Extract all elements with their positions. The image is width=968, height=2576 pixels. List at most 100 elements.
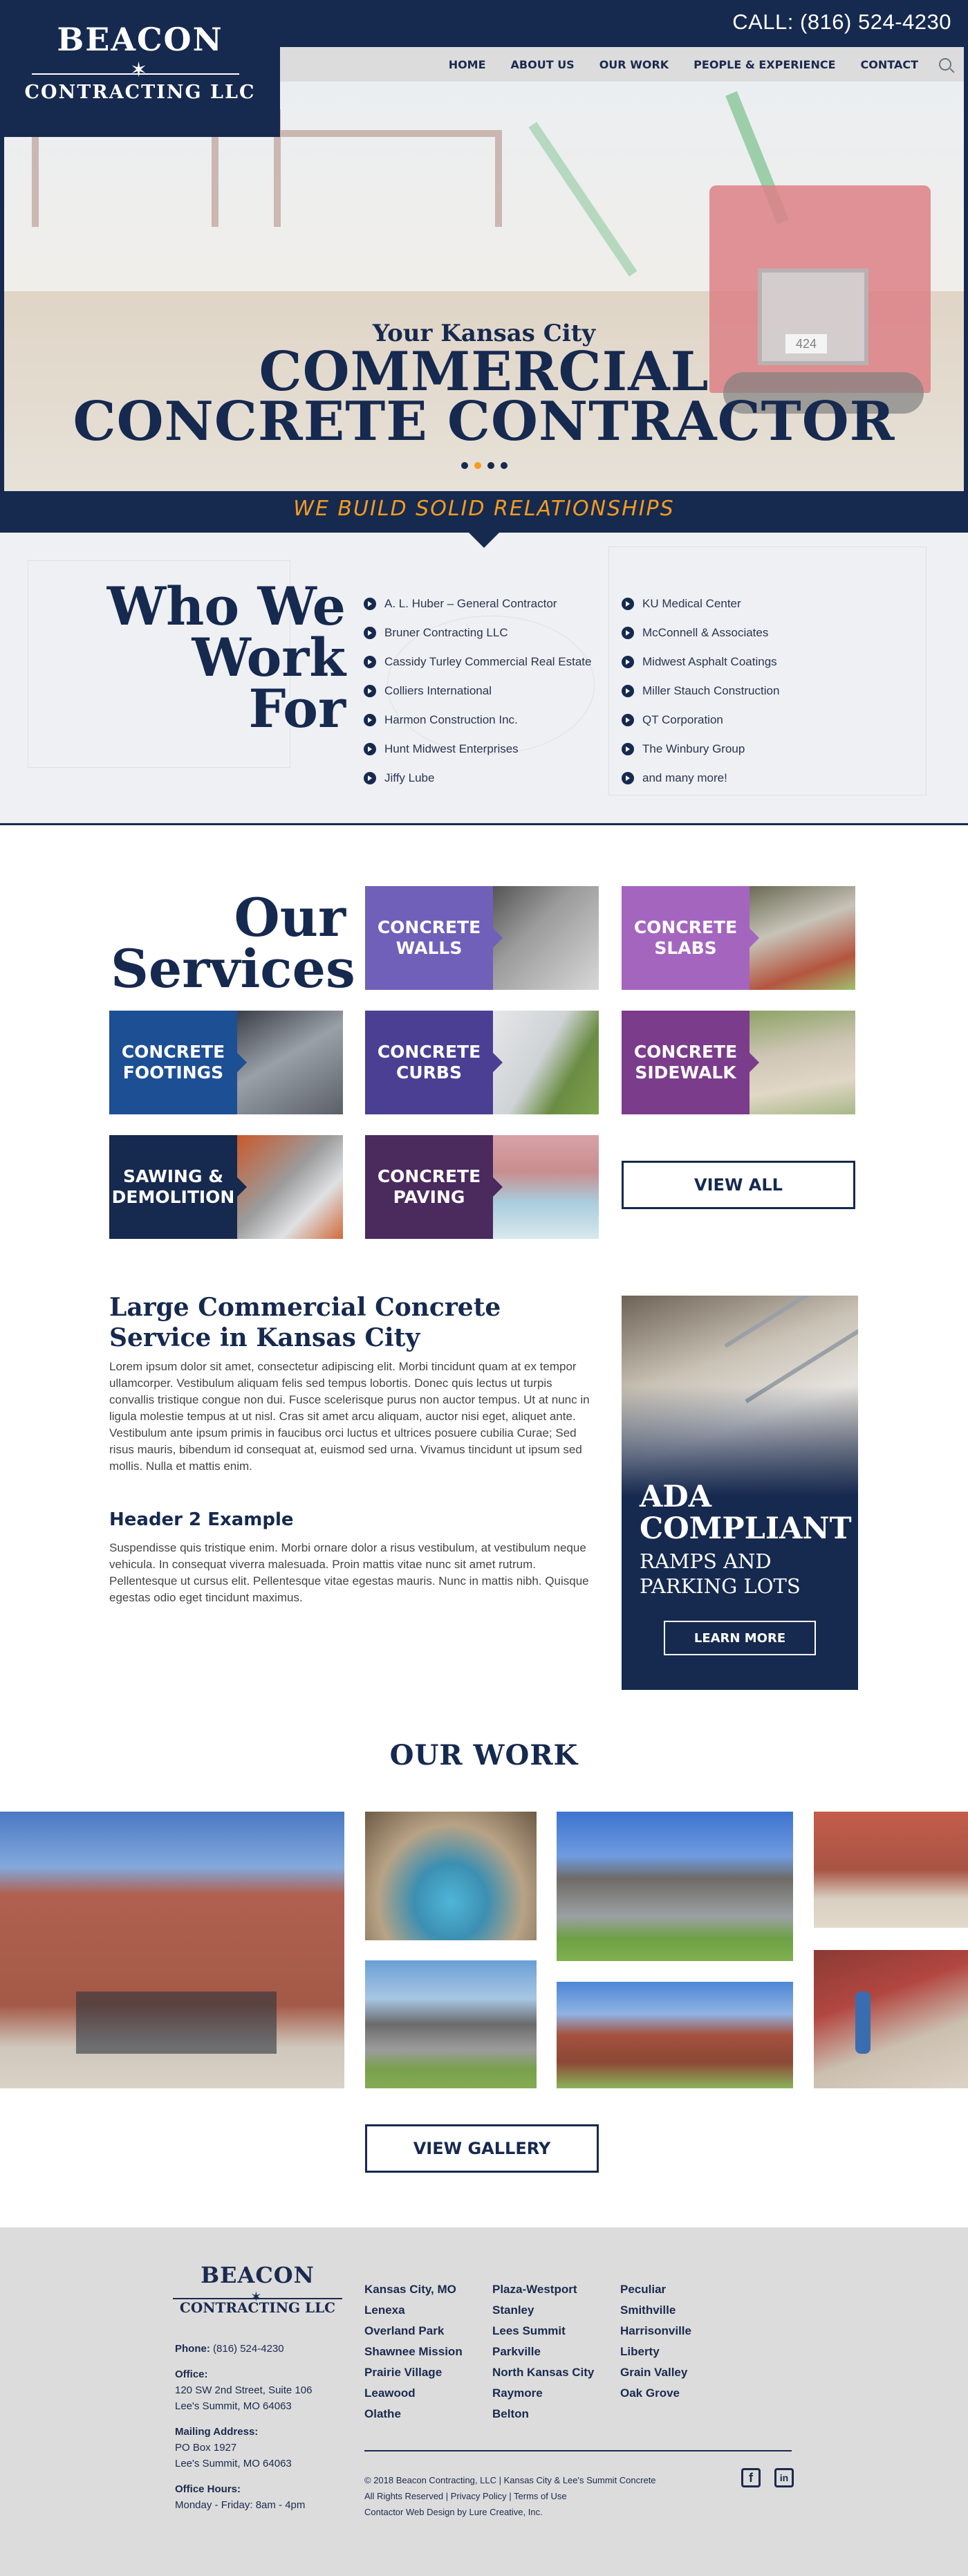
- city-link[interactable]: Belton: [492, 2407, 594, 2428]
- service-tile-curbs[interactable]: CONCRETE CURBS: [365, 1011, 599, 1114]
- main-nav: HOME ABOUT US OUR WORK PEOPLE & EXPERIEN…: [280, 47, 964, 82]
- slider-dot[interactable]: [460, 462, 468, 469]
- city-name: Stanley: [492, 2303, 534, 2317]
- view-all-button[interactable]: VIEW ALL: [622, 1161, 855, 1209]
- city-link[interactable]: Shawnee Mission: [364, 2345, 463, 2366]
- footer-logo-top: BEACON: [201, 2262, 315, 2288]
- footer-logo[interactable]: BEACON ✶ CONTRACTING LLC: [173, 2262, 342, 2316]
- nav-contact[interactable]: CONTACT: [861, 58, 918, 71]
- facebook-icon[interactable]: f: [741, 2468, 761, 2487]
- service-tile-footings[interactable]: CONCRETE FOOTINGS: [109, 1011, 343, 1114]
- hours-label: Office Hours:: [175, 2483, 241, 2495]
- client-name: KU Medical Center: [642, 597, 741, 610]
- city-name: Grain Valley: [620, 2366, 688, 2379]
- client-name: Miller Stauch Construction: [642, 684, 780, 697]
- logo-text-top: BEACON: [57, 21, 223, 58]
- nav-our-work[interactable]: OUR WORK: [599, 58, 669, 71]
- service-tile-walls[interactable]: CONCRETE WALLS: [365, 886, 599, 990]
- who-title-line-1: Who We: [106, 576, 346, 637]
- city-name: Oak Grove: [620, 2386, 680, 2400]
- service-tile-paving[interactable]: CONCRETE PAVING: [365, 1135, 599, 1239]
- work-photo-plaza[interactable]: [814, 1812, 968, 1928]
- view-gallery-button[interactable]: VIEW GALLERY: [365, 2124, 599, 2173]
- call-phone[interactable]: CALL: (816) 524-4230: [732, 10, 951, 35]
- city-link[interactable]: Harrisonville: [620, 2324, 691, 2345]
- arrow-circle-icon: [364, 656, 376, 668]
- linkedin-icon[interactable]: in: [774, 2468, 794, 2487]
- footer-phone[interactable]: (816) 524-4230: [213, 2343, 284, 2355]
- office-label: Office:: [175, 2368, 208, 2380]
- client-item: Colliers International: [364, 677, 591, 706]
- slider-dot[interactable]: [474, 462, 481, 469]
- nav-people-experience[interactable]: PEOPLE & EXPERIENCE: [694, 58, 835, 71]
- tile-photo: [493, 1135, 599, 1239]
- city-link[interactable]: Overland Park: [364, 2324, 463, 2345]
- work-photo-modern-building[interactable]: [557, 1812, 793, 1961]
- tile-photo: [493, 1011, 599, 1114]
- city-link[interactable]: Oak Grove: [620, 2386, 691, 2407]
- city-link[interactable]: North Kansas City: [492, 2366, 594, 2386]
- tile-label: CONCRETE SIDEWALK: [622, 1011, 759, 1114]
- city-link[interactable]: Kansas City, MO: [364, 2283, 463, 2303]
- arrow-circle-icon: [364, 627, 376, 639]
- logo-text-bottom: CONTRACTING LLC: [24, 82, 256, 103]
- learn-more-button[interactable]: LEARN MORE: [664, 1621, 816, 1655]
- city-link[interactable]: Leawood: [364, 2386, 463, 2407]
- city-link[interactable]: Grain Valley: [620, 2366, 691, 2386]
- copyright-line-2[interactable]: All Rights Reserved | Privacy Policy | T…: [364, 2488, 656, 2504]
- client-item: and many more!: [622, 764, 779, 793]
- city-link[interactable]: Smithville: [620, 2303, 691, 2324]
- work-photo-brick-building[interactable]: [0, 1812, 344, 2088]
- client-name: Midwest Asphalt Coatings: [642, 655, 777, 668]
- city-list-2: Plaza-Westport Stanley Lees Summit Parkvill…: [492, 2283, 594, 2428]
- hero-section: 424 BEACON ✶ CONTRACTING LLC CALL: (816)…: [0, 0, 968, 533]
- logo[interactable]: BEACON ✶ CONTRACTING LLC: [0, 0, 280, 137]
- service-tile-slabs[interactable]: CONCRETE SLABS: [622, 886, 855, 990]
- service-tile-sidewalk[interactable]: CONCRETE SIDEWALK: [622, 1011, 855, 1114]
- our-work-title: OUR WORK: [389, 1739, 579, 1772]
- city-link[interactable]: Liberty: [620, 2345, 691, 2366]
- hero-headline: Your Kansas City COMMERCIAL CONCRETE CON…: [0, 320, 968, 449]
- content-paragraph-2: Suspendisse quis tristique enim. Morbi o…: [109, 1541, 589, 1604]
- work-photo-indoor-pool[interactable]: [365, 1812, 537, 1940]
- service-tile-sawing-demolition[interactable]: SAWING & DEMOLITION: [109, 1135, 343, 1239]
- city-link[interactable]: Prairie Village: [364, 2366, 463, 2386]
- work-photo-school[interactable]: [557, 1982, 793, 2088]
- tile-photo: [750, 1011, 855, 1114]
- city-name: North Kansas City: [492, 2366, 595, 2379]
- search-icon[interactable]: [939, 58, 951, 71]
- client-item: Miller Stauch Construction: [622, 677, 779, 706]
- slider-dot[interactable]: [487, 462, 494, 469]
- work-photo-parking-lot[interactable]: [365, 1960, 537, 2088]
- ada-promo-card[interactable]: ADA COMPLIANT RAMPS AND PARKING LOTS LEA…: [622, 1296, 858, 1690]
- city-name: Plaza-Westport: [492, 2283, 577, 2296]
- arrow-circle-icon: [622, 743, 634, 755]
- services-title: Our Services: [111, 892, 355, 995]
- city-name: Leawood: [364, 2386, 416, 2400]
- client-name: Colliers International: [384, 684, 492, 697]
- city-link[interactable]: Lees Summit: [492, 2324, 594, 2345]
- city-name: Olathe: [364, 2407, 401, 2420]
- city-link[interactable]: Peculiar: [620, 2283, 691, 2303]
- city-link[interactable]: Plaza-Westport: [492, 2283, 594, 2303]
- tile-label: CONCRETE FOOTINGS: [109, 1011, 247, 1114]
- city-link[interactable]: Parkville: [492, 2345, 594, 2366]
- slider-dot[interactable]: [500, 462, 508, 469]
- work-photo-worker[interactable]: [814, 1950, 968, 2088]
- client-item: Cassidy Turley Commercial Real Estate: [364, 647, 591, 677]
- copyright-line-3[interactable]: Contactor Web Design by Lure Creative, I…: [364, 2504, 656, 2520]
- city-link[interactable]: Raymore: [492, 2386, 594, 2407]
- arrow-circle-icon: [622, 627, 634, 639]
- city-link[interactable]: Olathe: [364, 2407, 463, 2428]
- city-link[interactable]: Lenexa: [364, 2303, 463, 2324]
- client-item: QT Corporation: [622, 706, 779, 735]
- mailing-address-1: PO Box 1927: [175, 2442, 237, 2454]
- arrow-circle-icon: [364, 743, 376, 755]
- city-link[interactable]: Stanley: [492, 2303, 594, 2324]
- nav-about-us[interactable]: ABOUT US: [511, 58, 575, 71]
- city-list-1: Kansas City, MO Lenexa Overland Park Shawne…: [364, 2283, 463, 2428]
- footer-logo-bottom: CONTRACTING LLC: [179, 2299, 336, 2316]
- footer-divider: [364, 2450, 792, 2451]
- ada-title: ADA COMPLIANT: [640, 1481, 852, 1545]
- nav-home[interactable]: HOME: [449, 58, 486, 71]
